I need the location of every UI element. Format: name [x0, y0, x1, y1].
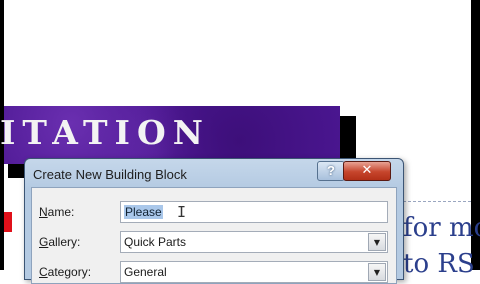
name-label: Name: [39, 205, 75, 219]
text-cursor-icon: I [177, 203, 187, 221]
create-building-block-dialog[interactable]: Create New Building Block ? ✕ Name: Plea… [24, 158, 404, 284]
category-label: Category: [39, 265, 92, 279]
category-select[interactable]: General ▼ [120, 261, 388, 283]
document-text-line-2: to RS [403, 249, 475, 279]
close-button[interactable]: ✕ [343, 161, 391, 181]
name-value: Please [124, 205, 163, 219]
dialog-body: Name: Please I Gallery: Quick Parts ▼ Ca… [31, 187, 397, 284]
red-marker [4, 212, 12, 232]
chevron-down-icon[interactable]: ▼ [368, 233, 386, 251]
gallery-select[interactable]: Quick Parts ▼ [120, 231, 388, 253]
gallery-label: Gallery: [39, 235, 81, 249]
help-button[interactable]: ? [317, 161, 345, 181]
chevron-down-icon[interactable]: ▼ [368, 263, 386, 281]
name-field[interactable]: Please I [120, 201, 388, 223]
document-text-line-1: for mo [403, 213, 480, 243]
dashed-separator [403, 201, 471, 202]
category-value: General [124, 265, 167, 279]
banner-title: ITATION [0, 113, 210, 152]
dialog-title: Create New Building Block [33, 167, 187, 182]
gallery-value: Quick Parts [124, 235, 187, 249]
